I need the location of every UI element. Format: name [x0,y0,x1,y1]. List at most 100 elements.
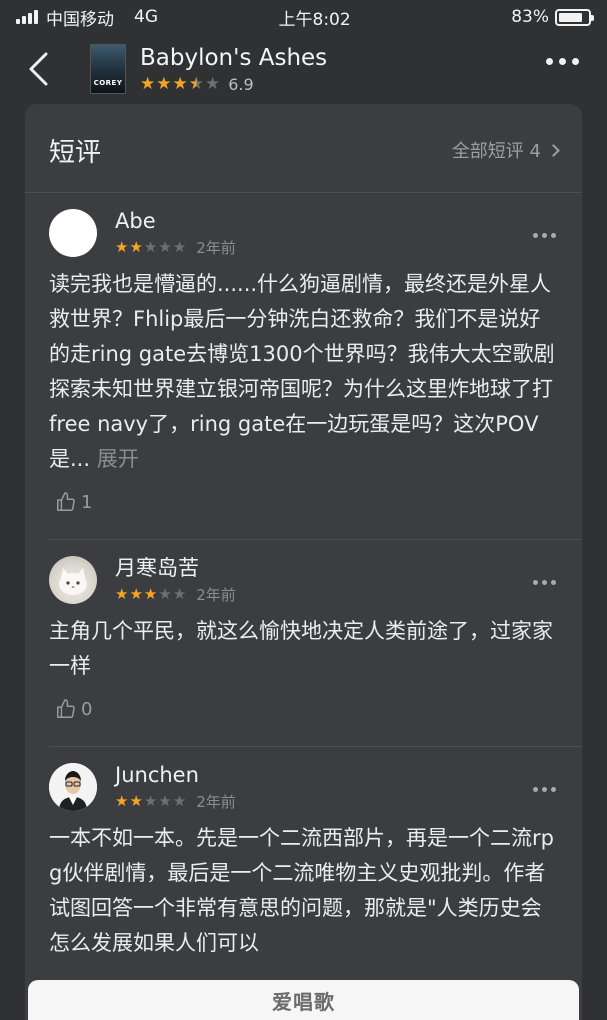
more-options-button[interactable] [546,58,579,65]
status-left: 中国移动 4G [16,5,158,30]
person-avatar-icon [49,763,97,811]
like-count: 1 [81,491,93,513]
watermark-text: 爱唱歌 [272,989,335,1014]
star-icon: ★ [205,73,221,94]
back-button[interactable] [8,39,68,99]
avatar[interactable] [49,209,97,257]
review-more-button[interactable] [533,787,556,792]
review-item: Abe ★ ★ ★ ★ ★ 2年前 读完我也是懵逼的......什么狗逼剧情，最终还是外… [25,193,582,513]
clock: 上午8:02 [278,9,351,30]
star-icon: ★ [115,238,129,256]
star-icon: ★ [172,238,187,256]
dot-icon [559,58,566,65]
book-cover-author: COREY [93,79,123,87]
star-half-icon: ★ [188,73,204,94]
review-stars: ★ ★ ★ ★ ★ [115,794,186,809]
star-icon: ★ [129,585,143,603]
rating-stars: ★ ★ ★ ★ ★ [140,73,221,94]
dot-icon [542,233,547,238]
avatar[interactable] [49,556,97,604]
status-bar: 中国移动 4G 上午8:02 83% [0,0,607,34]
review-rating-row: ★ ★ ★ ★ ★ 2年前 [115,791,236,812]
dot-icon [546,58,553,65]
card-header: 短评 全部短评 4 [25,104,582,174]
chevron-left-icon [29,52,48,86]
review-item: Junchen ★ ★ ★ ★ ★ 2年前 一本不如一本。先是一个二流西部片，再是一个二… [25,747,582,961]
review-body: 读完我也是懵逼的......什么狗逼剧情，最终还是外星人救世界？Fhlip最后一… [49,272,555,471]
star-icon: ★ [158,238,172,256]
review-more-button[interactable] [533,233,556,238]
username[interactable]: Junchen [115,763,236,787]
book-title: Babylon's Ashes [140,44,328,71]
username[interactable]: Abe [115,209,236,233]
battery-percent: 83% [511,7,549,27]
book-header: COREY Babylon's Ashes ★ ★ ★ ★ ★ 6.9 [0,38,607,100]
all-reviews-label: 全部短评 4 [451,141,541,162]
star-icon: ★ [140,73,156,94]
star-icon: ★ [172,585,187,603]
rating-score: 6.9 [228,74,254,94]
like-button[interactable]: 1 [49,491,558,513]
review-meta: 月寒岛苦 ★ ★ ★ ★ ★ 2年前 [115,556,236,605]
review-rating-row: ★ ★ ★ ★ ★ 2年前 [115,584,236,605]
review-rating-row: ★ ★ ★ ★ ★ 2年前 [115,237,236,258]
dot-icon [533,580,538,585]
dot-icon [572,58,579,65]
carrier-label: 中国移动 [46,9,114,30]
dot-icon [542,787,547,792]
review-time: 2年前 [196,239,236,257]
dot-icon [551,787,556,792]
review-text: 主角几个平民，就这么愉快地决定人类前途了，过家家一样 [49,614,558,684]
star-icon: ★ [172,792,187,810]
review-meta: Abe ★ ★ ★ ★ ★ 2年前 [115,209,236,258]
review-text: 读完我也是懵逼的......什么狗逼剧情，最终还是外星人救世界？Fhlip最后一… [49,267,558,477]
star-icon: ★ [115,585,129,603]
cat-avatar-icon [59,568,87,595]
star-icon: ★ [129,792,143,810]
thumbs-up-icon [57,699,75,718]
dot-icon [551,580,556,585]
book-info: Babylon's Ashes ★ ★ ★ ★ ★ 6.9 [140,45,327,94]
star-icon: ★ [115,792,129,810]
review-text: 一本不如一本。先是一个二流西部片，再是一个二流rpg伙伴剧情，最后是一个二流唯物… [49,821,558,961]
star-icon: ★ [143,585,158,603]
review-stars: ★ ★ ★ ★ ★ [115,587,186,602]
short-reviews-card: 短评 全部短评 4 Abe ★ ★ ★ ★ ★ 2年前 读完我也是懵逼的......什么… [25,104,582,1020]
review-meta: Junchen ★ ★ ★ ★ ★ 2年前 [115,763,236,812]
dot-icon [542,580,547,585]
review-header: Junchen ★ ★ ★ ★ ★ 2年前 [49,747,558,813]
dot-icon [533,787,538,792]
star-icon: ★ [156,73,172,94]
all-reviews-link[interactable]: 全部短评 4 [451,137,560,163]
like-count: 0 [81,698,93,720]
status-right: 83% [511,7,594,27]
signal-icon [16,10,38,24]
thumbs-up-icon [57,492,75,511]
review-stars: ★ ★ ★ ★ ★ [115,240,186,255]
battery-icon [554,8,594,26]
network-label: 4G [134,7,158,27]
review-body: 一本不如一本。先是一个二流西部片，再是一个二流rpg伙伴剧情，最后是一个二流唯物… [49,826,554,955]
bottom-bar: 爱唱歌 [28,980,579,1020]
avatar[interactable] [49,763,97,811]
star-icon: ★ [143,792,158,810]
battery-fill [558,12,583,22]
section-title: 短评 [49,137,102,168]
review-header: 月寒岛苦 ★ ★ ★ ★ ★ 2年前 [49,540,558,606]
expand-link[interactable]: 展开 [90,447,139,471]
star-icon: ★ [143,238,158,256]
star-icon: ★ [158,585,172,603]
book-rating: ★ ★ ★ ★ ★ 6.9 [140,75,327,94]
review-more-button[interactable] [533,580,556,585]
review-item: 月寒岛苦 ★ ★ ★ ★ ★ 2年前 主角几个平民，就这么愉快地决定人类前途了，过家家一… [25,540,582,720]
book-cover[interactable]: COREY [90,44,126,94]
like-button[interactable]: 0 [49,698,558,720]
review-header: Abe ★ ★ ★ ★ ★ 2年前 [49,193,558,259]
star-icon: ★ [129,238,143,256]
dot-icon [551,233,556,238]
username[interactable]: 月寒岛苦 [115,556,236,580]
review-body: 主角几个平民，就这么愉快地决定人类前途了，过家家一样 [49,619,553,678]
star-icon: ★ [158,792,172,810]
star-icon: ★ [172,73,188,94]
dot-icon [533,233,538,238]
